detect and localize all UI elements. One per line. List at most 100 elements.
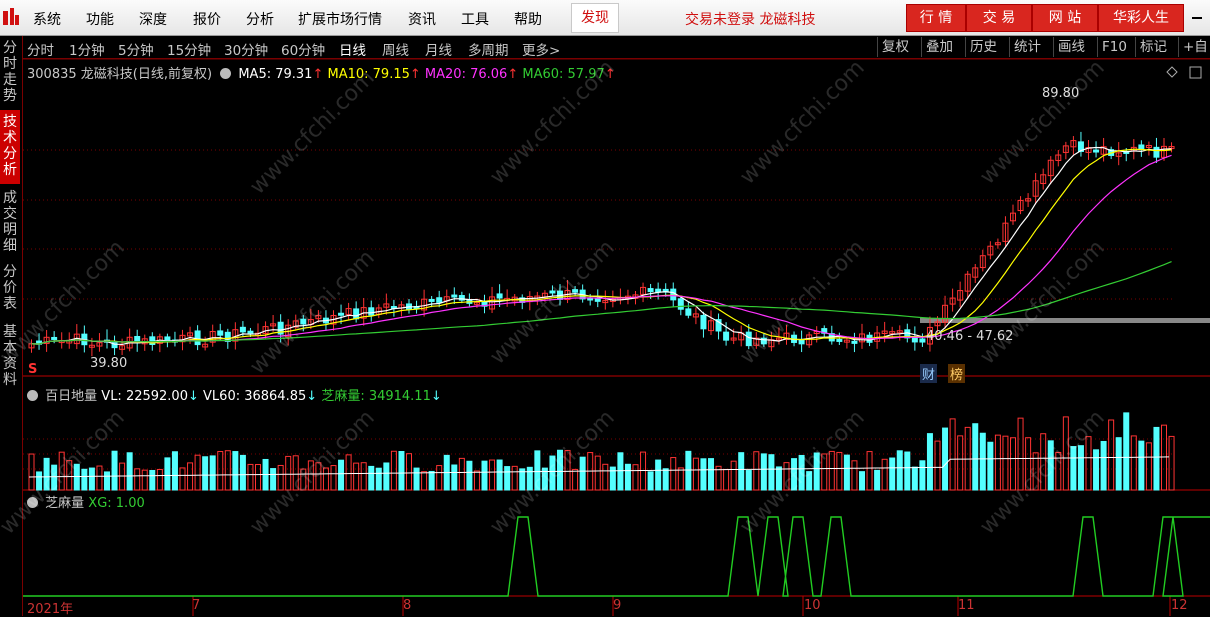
period-daily[interactable]: 日线 <box>339 39 366 59</box>
volume-bar <box>119 462 126 491</box>
period-more[interactable]: 更多> <box>522 39 560 59</box>
candle <box>194 330 201 346</box>
period-30min[interactable]: 30分钟 <box>224 39 268 59</box>
candle <box>670 288 677 301</box>
candle <box>685 308 692 316</box>
volume-bar <box>730 460 737 491</box>
volume-bar <box>692 457 699 491</box>
billboard-tag[interactable]: 榜 <box>948 364 966 383</box>
period-tick[interactable]: 分时 <box>27 39 54 59</box>
mark-button[interactable]: 标记 <box>1135 37 1167 57</box>
time-label-sep: 9 <box>613 598 622 613</box>
period-monthly[interactable]: 月线 <box>425 39 452 59</box>
volume-bar <box>836 451 843 491</box>
volume-bar <box>1168 435 1175 491</box>
volume-bar <box>36 471 43 491</box>
period-15min[interactable]: 15分钟 <box>167 39 211 59</box>
minimize-icon[interactable] <box>1190 8 1204 22</box>
draw-line-button[interactable]: 画线 <box>1053 37 1085 57</box>
candle <box>851 340 858 344</box>
f10-button[interactable]: F10 <box>1097 37 1127 57</box>
menu-function[interactable]: 功能 <box>86 9 114 29</box>
volume-bar <box>806 471 813 491</box>
menu-quote[interactable]: 报价 <box>193 9 221 29</box>
tab-trade-details[interactable]: 成交明细 <box>0 190 20 254</box>
volume-bar <box>375 467 382 491</box>
candle <box>700 314 707 330</box>
ma20-arrow: ↑ <box>507 67 519 82</box>
market-button[interactable]: 行 情 <box>906 4 966 32</box>
period-multi[interactable]: 多周期 <box>468 39 509 59</box>
volume-bar <box>760 453 767 491</box>
period-60min[interactable]: 60分钟 <box>281 39 325 59</box>
finance-tag[interactable]: 财 <box>920 364 938 383</box>
settings-circle-icon[interactable] <box>220 68 232 79</box>
volume-bar <box>700 458 707 491</box>
statistics-button[interactable]: 统计 <box>1009 37 1041 57</box>
volume-bar <box>624 463 631 491</box>
menu-bar: 系统 功能 深度 报价 分析 扩展市场行情 资讯 工具 帮助 发现 交易未登录 … <box>0 0 1210 36</box>
volume-bar <box>1100 440 1107 491</box>
period-bar: 分时 1分钟 5分钟 15分钟 30分钟 60分钟 日线 周线 月线 多周期 更… <box>23 36 1210 59</box>
custom-button[interactable]: +自 <box>1178 37 1208 57</box>
signal-settings-icon[interactable] <box>27 497 38 508</box>
volume-bar <box>239 454 246 491</box>
period-5min[interactable]: 5分钟 <box>118 39 154 59</box>
volume-bar <box>481 460 488 491</box>
find-button[interactable]: 发现 <box>571 3 619 33</box>
volume-bar <box>1145 442 1152 491</box>
menu-extended-market[interactable]: 扩展市场行情 <box>298 9 382 29</box>
volume-bar <box>594 455 601 491</box>
volume-bar <box>81 468 88 491</box>
volume-bar <box>1161 424 1167 491</box>
overlay-button[interactable]: 叠加 <box>921 37 953 57</box>
kline-chart[interactable] <box>23 59 1210 616</box>
restore-rights-button[interactable]: 复权 <box>877 37 909 57</box>
history-button[interactable]: 历史 <box>965 37 997 57</box>
candle <box>496 293 503 299</box>
ma60-label: MA60: 57.97 <box>522 67 605 82</box>
expand-icon <box>1189 66 1202 79</box>
menu-news[interactable]: 资讯 <box>408 9 436 29</box>
volume-bar <box>300 468 307 491</box>
website-button[interactable]: 网 站 <box>1032 4 1098 32</box>
volume-bar <box>43 457 50 491</box>
menu-help[interactable]: 帮助 <box>514 9 542 29</box>
tab-intraday[interactable]: 分时走势 <box>0 40 20 104</box>
high-price-label: 89.80 <box>1042 86 1080 101</box>
tab-price-table[interactable]: 分价表 <box>0 264 20 314</box>
volume-settings-icon[interactable] <box>27 390 38 401</box>
volume-bar <box>866 451 873 491</box>
trade-button[interactable]: 交 易 <box>966 4 1032 32</box>
signal-info-line: 芝麻量 XG: 1.00 <box>27 492 145 511</box>
time-label-oct: 10 <box>804 598 821 613</box>
volume-bar <box>451 464 458 491</box>
volume-bar <box>255 464 261 491</box>
volume-bar <box>534 450 541 491</box>
menu-system[interactable]: 系统 <box>33 9 61 29</box>
xg-signal-line <box>23 516 1210 597</box>
menu-tools[interactable]: 工具 <box>461 9 489 29</box>
volume-bar <box>398 451 405 491</box>
volume-bar <box>1025 437 1032 491</box>
vl60-value: VL60: 36864.85 <box>203 389 307 404</box>
tab-fundamentals[interactable]: 基本资料 <box>0 324 20 390</box>
volume-bar <box>655 459 662 491</box>
tab-technical-analysis[interactable]: 技术分析 <box>0 110 20 184</box>
candle <box>368 307 375 316</box>
candle <box>549 290 556 294</box>
huacai-button[interactable]: 华彩人生 <box>1098 4 1184 32</box>
volume-bar <box>247 463 254 491</box>
time-label-aug: 8 <box>403 598 412 613</box>
candle <box>745 331 752 347</box>
menu-depth[interactable]: 深度 <box>139 9 167 29</box>
period-weekly[interactable]: 周线 <box>382 39 409 59</box>
candle <box>239 326 246 333</box>
volume-bar <box>753 451 760 491</box>
period-1min[interactable]: 1分钟 <box>69 39 105 59</box>
volume-bar <box>473 470 480 491</box>
menu-analysis[interactable]: 分析 <box>246 9 274 29</box>
volume-bar <box>156 468 163 491</box>
ma10-arrow: ↑ <box>409 67 421 82</box>
volume-bar <box>579 456 586 491</box>
